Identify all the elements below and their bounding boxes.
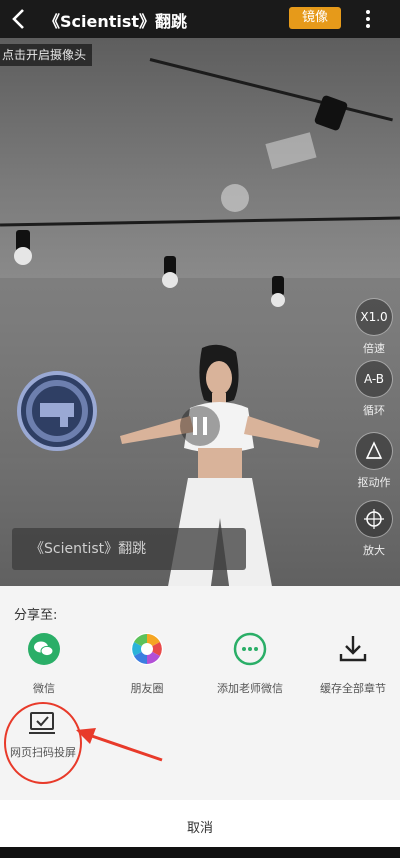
cutout-label: 抠动作: [357, 476, 391, 489]
cancel-button[interactable]: 取消: [0, 800, 400, 847]
speed-control[interactable]: X1.0 倍速: [352, 298, 396, 356]
share-wechat[interactable]: 微信: [2, 632, 86, 696]
loop-icon: A-B: [355, 360, 393, 398]
cutout-control[interactable]: 抠动作: [352, 432, 396, 490]
share-add-teacher[interactable]: 添加老师微信: [208, 632, 292, 696]
download-icon: [339, 636, 367, 662]
video-caption: 《Scientist》翻跳: [12, 528, 246, 570]
studio-logo-icon: [17, 371, 97, 451]
camera-hint[interactable]: 点击开启摄像头: [0, 44, 93, 66]
loop-label: 循环: [363, 404, 385, 417]
share-add-teacher-label: 添加老师微信: [217, 682, 283, 695]
stage-lights: [14, 95, 348, 307]
speed-label: 倍速: [363, 342, 385, 355]
share-title: 分享至:: [14, 608, 58, 623]
share-moments[interactable]: 朋友圈: [105, 632, 189, 696]
wechat-icon: [28, 633, 60, 665]
page-title: 《Scientist》翻跳: [44, 12, 188, 31]
share-moments-label: 朋友圈: [130, 682, 164, 695]
speed-icon: X1.0: [355, 298, 393, 336]
chat-bubble-icon: [233, 632, 267, 666]
share-wechat-label: 微信: [33, 682, 55, 695]
zoom-label: 放大: [363, 544, 385, 557]
moments-icon: [131, 633, 163, 665]
back-arrow-icon[interactable]: [8, 6, 32, 32]
pause-icon[interactable]: [178, 404, 222, 448]
video-player[interactable]: X1.0 倍速 A-B 循环 抠动作 放大: [0, 38, 400, 598]
loop-control[interactable]: A-B 循环: [352, 360, 396, 418]
share-download-all[interactable]: 缓存全部章节: [311, 632, 395, 696]
zoom-icon: [355, 500, 393, 538]
more-options-icon[interactable]: [360, 8, 376, 30]
share-download-all-label: 缓存全部章节: [320, 682, 386, 695]
mirror-button[interactable]: 镜像: [289, 7, 341, 29]
cutout-icon: [355, 432, 393, 470]
zoom-control[interactable]: 放大: [352, 500, 396, 558]
top-bar: 《Scientist》翻跳 镜像: [0, 0, 400, 38]
highlight-circle: [4, 702, 82, 784]
pointer-arrow-icon: [76, 728, 163, 762]
